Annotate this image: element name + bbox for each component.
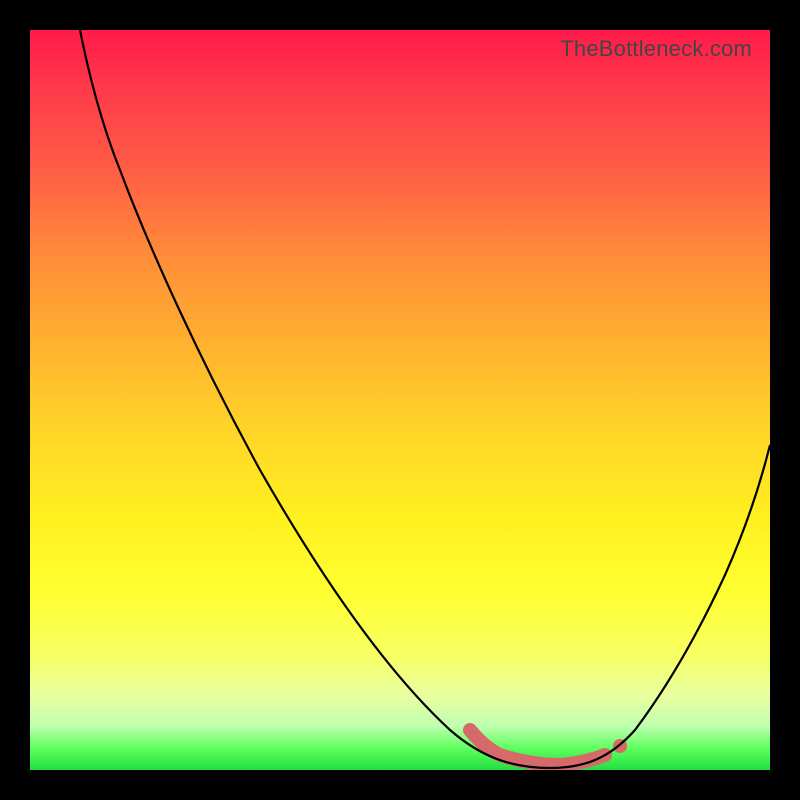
bottleneck-curve <box>80 30 770 768</box>
chart-svg <box>30 30 770 770</box>
chart-frame: TheBottleneck.com <box>0 0 800 800</box>
highlight-segment <box>470 730 605 765</box>
plot-area: TheBottleneck.com <box>30 30 770 770</box>
highlight-dot <box>613 739 627 753</box>
watermark-text: TheBottleneck.com <box>560 36 752 62</box>
